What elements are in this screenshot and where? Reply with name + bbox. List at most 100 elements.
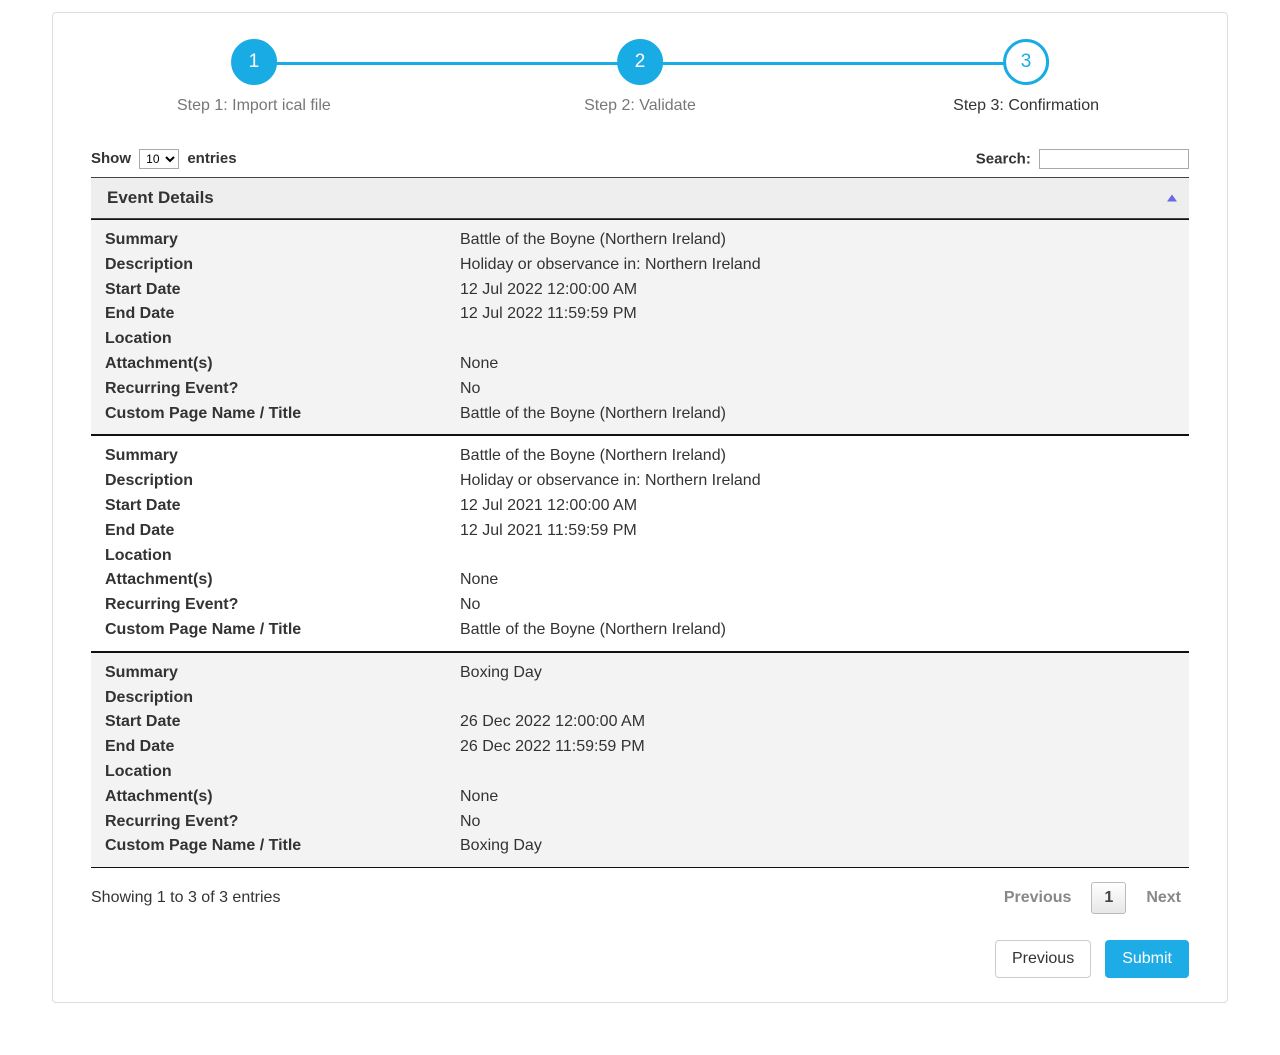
field-label: Start Date (105, 494, 460, 519)
length-prefix: Show (91, 150, 131, 167)
length-select[interactable]: 10 (139, 149, 179, 169)
field-label: Summary (105, 661, 460, 686)
field-start_date: Start Date12 Jul 2022 12:00:00 AM (105, 278, 1175, 303)
wizard-submit-button[interactable]: Submit (1105, 940, 1189, 978)
field-label: End Date (105, 735, 460, 760)
field-description: Description (105, 686, 1175, 711)
field-custom_title: Custom Page Name / TitleBoxing Day (105, 834, 1175, 859)
field-label: Description (105, 253, 460, 278)
step-1[interactable]: 1 Step 1: Import ical file (177, 39, 331, 115)
field-label: Description (105, 469, 460, 494)
field-end_date: End Date12 Jul 2021 11:59:59 PM (105, 519, 1175, 544)
field-location: Location (105, 327, 1175, 352)
field-value: Holiday or observance in: Northern Irela… (460, 469, 1175, 494)
field-value: None (460, 352, 1175, 377)
field-attachments: Attachment(s)None (105, 785, 1175, 810)
table-header-label: Event Details (107, 188, 214, 207)
field-label: Custom Page Name / Title (105, 402, 460, 427)
field-start_date: Start Date26 Dec 2022 12:00:00 AM (105, 710, 1175, 735)
field-end_date: End Date26 Dec 2022 11:59:59 PM (105, 735, 1175, 760)
step-circle: 1 (231, 39, 277, 85)
field-summary: SummaryBattle of the Boyne (Northern Ire… (105, 444, 1175, 469)
field-label: Custom Page Name / Title (105, 618, 460, 643)
step-3[interactable]: 3 Step 3: Confirmation (953, 39, 1099, 115)
field-value: Holiday or observance in: Northern Irela… (460, 253, 1175, 278)
field-attachments: Attachment(s)None (105, 568, 1175, 593)
field-value: No (460, 810, 1175, 835)
field-location: Location (105, 760, 1175, 785)
field-label: Attachment(s) (105, 352, 460, 377)
step-label: Step 2: Validate (584, 97, 696, 115)
field-label: Location (105, 760, 460, 785)
length-suffix: entries (187, 150, 236, 167)
field-value: Battle of the Boyne (Northern Ireland) (460, 444, 1175, 469)
search-label: Search: (976, 151, 1031, 168)
table-header[interactable]: Event Details (91, 177, 1189, 219)
field-label: Recurring Event? (105, 377, 460, 402)
event-row: SummaryBattle of the Boyne (Northern Ire… (91, 219, 1189, 435)
field-summary: SummaryBattle of the Boyne (Northern Ire… (105, 228, 1175, 253)
field-label: Custom Page Name / Title (105, 834, 460, 859)
field-custom_title: Custom Page Name / TitleBattle of the Bo… (105, 402, 1175, 427)
field-value: None (460, 568, 1175, 593)
step-label: Step 1: Import ical file (177, 97, 331, 115)
event-row: SummaryBoxing DayDescriptionStart Date26… (91, 652, 1189, 868)
step-2[interactable]: 2 Step 2: Validate (584, 39, 696, 115)
wizard-previous-button[interactable]: Previous (995, 940, 1091, 978)
field-value (460, 544, 1175, 569)
field-value: Battle of the Boyne (Northern Ireland) (460, 402, 1175, 427)
table-info: Showing 1 to 3 of 3 entries (91, 889, 280, 907)
page-number[interactable]: 1 (1091, 882, 1126, 914)
field-recurring: Recurring Event?No (105, 810, 1175, 835)
field-value: Battle of the Boyne (Northern Ireland) (460, 228, 1175, 253)
event-row: SummaryBattle of the Boyne (Northern Ire… (91, 435, 1189, 651)
field-value: Boxing Day (460, 661, 1175, 686)
confirmation-panel: 1 Step 1: Import ical file 2 Step 2: Val… (52, 12, 1228, 1003)
field-value (460, 327, 1175, 352)
field-label: Summary (105, 444, 460, 469)
field-value: 26 Dec 2022 11:59:59 PM (460, 735, 1175, 760)
field-description: DescriptionHoliday or observance in: Nor… (105, 469, 1175, 494)
field-description: DescriptionHoliday or observance in: Nor… (105, 253, 1175, 278)
field-label: Location (105, 544, 460, 569)
field-value: 12 Jul 2022 11:59:59 PM (460, 302, 1175, 327)
field-location: Location (105, 544, 1175, 569)
field-label: End Date (105, 519, 460, 544)
field-recurring: Recurring Event?No (105, 593, 1175, 618)
field-label: Location (105, 327, 460, 352)
wizard-stepper: 1 Step 1: Import ical file 2 Step 2: Val… (211, 39, 1069, 119)
datatable-top-controls: Show 10 entries Search: (91, 149, 1189, 169)
field-label: End Date (105, 302, 460, 327)
field-value: No (460, 377, 1175, 402)
field-value: 12 Jul 2022 12:00:00 AM (460, 278, 1175, 303)
field-label: Recurring Event? (105, 810, 460, 835)
field-label: Attachment(s) (105, 785, 460, 810)
step-circle: 3 (1003, 39, 1049, 85)
field-value: 26 Dec 2022 12:00:00 AM (460, 710, 1175, 735)
pagination: Previous 1 Next (996, 882, 1189, 914)
field-label: Start Date (105, 278, 460, 303)
step-label: Step 3: Confirmation (953, 97, 1099, 115)
field-label: Summary (105, 228, 460, 253)
field-end_date: End Date12 Jul 2022 11:59:59 PM (105, 302, 1175, 327)
wizard-footer: Previous Submit (91, 940, 1189, 978)
field-value: 12 Jul 2021 12:00:00 AM (460, 494, 1175, 519)
field-start_date: Start Date12 Jul 2021 12:00:00 AM (105, 494, 1175, 519)
field-attachments: Attachment(s)None (105, 352, 1175, 377)
step-circle: 2 (617, 39, 663, 85)
field-label: Start Date (105, 710, 460, 735)
search-input[interactable] (1039, 149, 1189, 169)
field-label: Attachment(s) (105, 568, 460, 593)
field-value: None (460, 785, 1175, 810)
length-control: Show 10 entries (91, 149, 237, 169)
sort-asc-icon (1167, 195, 1177, 202)
datatable-bottom-controls: Showing 1 to 3 of 3 entries Previous 1 N… (91, 882, 1189, 914)
field-value: 12 Jul 2021 11:59:59 PM (460, 519, 1175, 544)
page-previous[interactable]: Previous (996, 885, 1080, 911)
field-value (460, 686, 1175, 711)
field-recurring: Recurring Event?No (105, 377, 1175, 402)
field-value: No (460, 593, 1175, 618)
field-value (460, 760, 1175, 785)
field-label: Recurring Event? (105, 593, 460, 618)
page-next[interactable]: Next (1138, 885, 1189, 911)
